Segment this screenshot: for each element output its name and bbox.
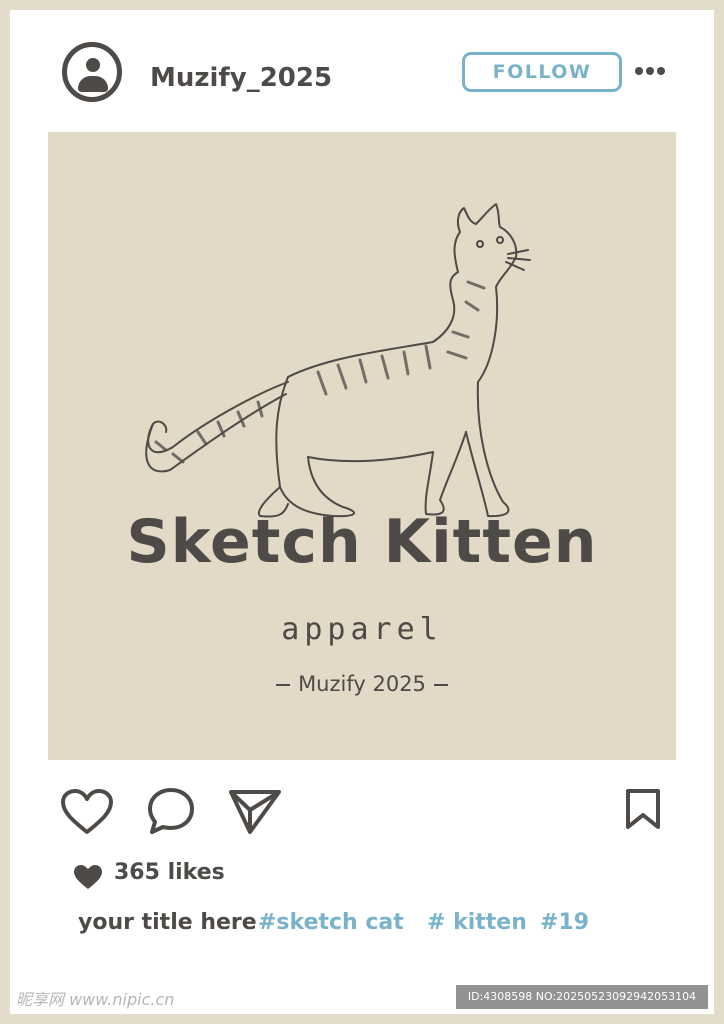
speech-bubble-icon[interactable]: [146, 786, 196, 836]
bookmark-icon[interactable]: [624, 788, 662, 830]
hashtag-sketch-cat[interactable]: #sketch cat: [258, 910, 404, 935]
brand-title: Sketch Kitten: [126, 507, 598, 577]
avatar-head: [86, 58, 100, 72]
hashtag-19[interactable]: #19: [540, 910, 589, 935]
hashtag-kitten[interactable]: # kitten: [427, 910, 527, 935]
brand-subtitle: apparel: [281, 612, 443, 647]
dash-left: [276, 684, 291, 686]
brand-credit-line: Muzify 2025: [48, 672, 676, 696]
avatar[interactable]: [62, 42, 122, 102]
likes-count[interactable]: 365 likes: [114, 860, 225, 885]
heart-outline-icon[interactable]: [60, 788, 114, 836]
brand-credit: Muzify 2025: [298, 672, 426, 696]
watermark-id: ID:4308598 NO:20250523092942053104: [456, 985, 708, 1009]
username[interactable]: Muzify_2025: [150, 60, 332, 96]
follow-button[interactable]: FOLLOW: [462, 52, 622, 92]
cat-sketch-illustration: [145, 203, 531, 518]
more-options-icon[interactable]: [634, 63, 666, 79]
heart-filled-icon: [74, 865, 102, 889]
paper-plane-icon[interactable]: [228, 788, 282, 836]
post-caption-title: your title here: [78, 910, 257, 935]
avatar-shoulders: [78, 76, 108, 92]
dash-right: [433, 684, 448, 686]
watermark-site: 昵享网 www.nipic.cn: [16, 990, 175, 1009]
post-image[interactable]: Sketch Kitten apparel Muzify 2025: [48, 132, 676, 760]
